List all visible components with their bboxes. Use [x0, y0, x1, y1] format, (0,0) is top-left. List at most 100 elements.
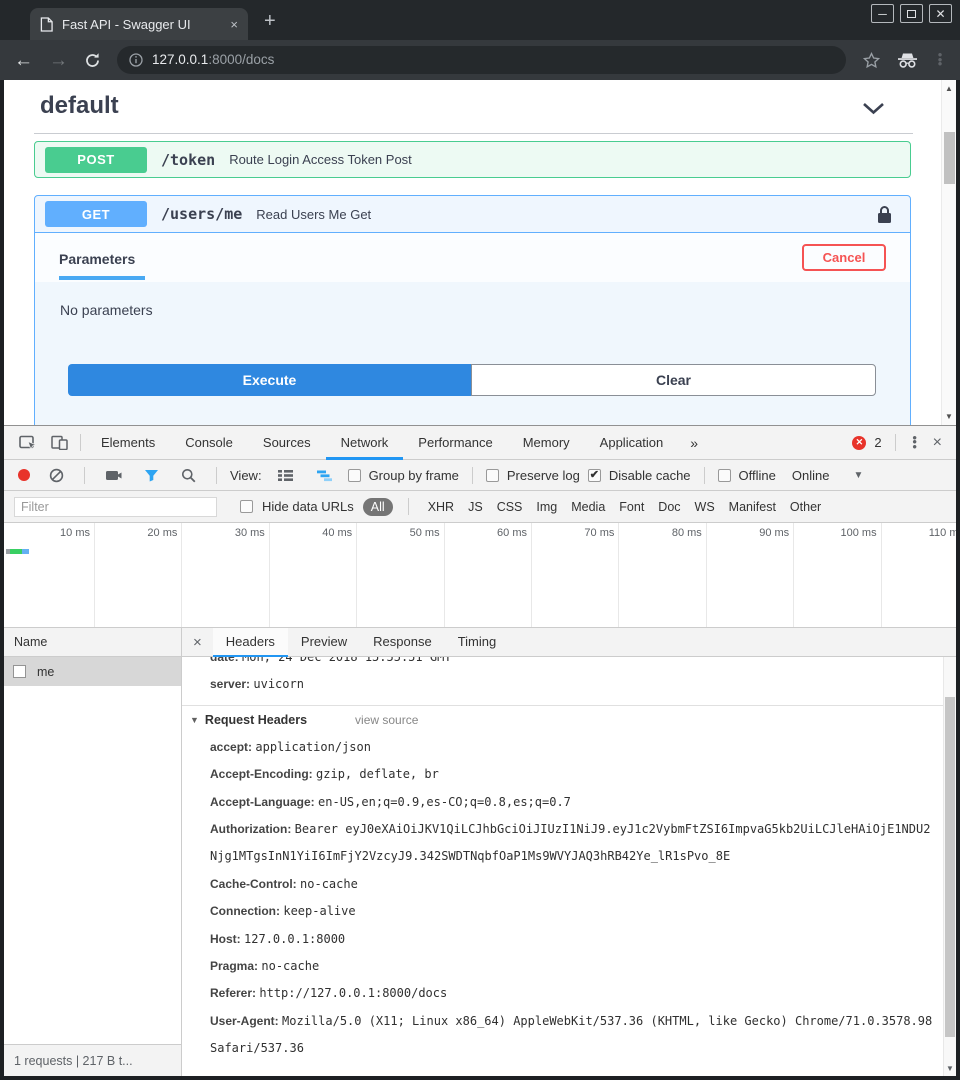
devtools-close-button[interactable]: ×: [929, 434, 946, 452]
details-scrollbar[interactable]: ▼: [943, 657, 956, 1076]
tab-close-icon[interactable]: ×: [230, 17, 238, 32]
filter-type-other[interactable]: Other: [790, 500, 821, 514]
filter-type-manifest[interactable]: Manifest: [729, 500, 776, 514]
more-tabs-button[interactable]: »: [678, 426, 710, 460]
header-row: Accept-Encoding: gzip, deflate, br: [182, 761, 943, 788]
filter-type-doc[interactable]: Doc: [658, 500, 680, 514]
url-bar[interactable]: 127.0.0.1:8000/docs: [117, 46, 846, 74]
lock-icon[interactable]: [877, 205, 900, 224]
filter-type-font[interactable]: Font: [619, 500, 644, 514]
chevron-down-icon[interactable]: ▼: [853, 470, 863, 481]
devtools-tab-network[interactable]: Network: [326, 426, 404, 460]
scroll-down-icon[interactable]: ▼: [944, 1064, 956, 1073]
endpoint-post-token[interactable]: POST /token Route Login Access Token Pos…: [34, 141, 911, 178]
request-row-me[interactable]: me: [4, 657, 181, 686]
divider: [216, 467, 217, 484]
info-icon[interactable]: [129, 53, 143, 67]
endpoint-get-header[interactable]: GET /users/me Read Users Me Get: [35, 196, 910, 233]
details-scrollbar-thumb[interactable]: [945, 697, 955, 1037]
devtools-panel: ElementsConsoleSourcesNetworkPerformance…: [4, 425, 956, 1076]
bookmark-star-icon[interactable]: [862, 51, 881, 70]
network-overview-timeline[interactable]: 10 ms20 ms30 ms40 ms50 ms60 ms70 ms80 ms…: [4, 523, 956, 628]
inspect-element-icon[interactable]: [12, 435, 44, 451]
browser-menu-icon[interactable]: •••: [934, 53, 946, 67]
header-name: server:: [210, 677, 250, 691]
scroll-up-icon[interactable]: ▲: [942, 84, 956, 93]
view-source-link[interactable]: view source: [355, 713, 418, 727]
devtools-tab-application[interactable]: Application: [585, 426, 679, 460]
filter-type-xhr[interactable]: XHR: [428, 500, 454, 514]
details-tab-headers[interactable]: Headers: [213, 628, 288, 657]
devtools-tab-performance[interactable]: Performance: [403, 426, 507, 460]
header-name: Accept-Language:: [210, 795, 315, 809]
filter-type-js[interactable]: JS: [468, 500, 483, 514]
request-headers-title[interactable]: Request Headers: [205, 713, 307, 727]
preserve-log-checkbox[interactable]: [486, 469, 499, 482]
filter-type-css[interactable]: CSS: [497, 500, 523, 514]
header-name: Accept-Encoding:: [210, 767, 313, 781]
group-by-frame-checkbox[interactable]: [348, 469, 361, 482]
window-minimize-button[interactable]: ─: [871, 4, 894, 23]
header-row: Host: 127.0.0.1:8000: [182, 926, 943, 953]
filter-type-media[interactable]: Media: [571, 500, 605, 514]
forward-button[interactable]: →: [49, 51, 68, 70]
error-count[interactable]: 2: [874, 435, 881, 450]
clear-button[interactable]: Clear: [471, 364, 876, 396]
header-row: Referer: http://127.0.0.1:8000/docs: [182, 980, 943, 1007]
new-tab-button[interactable]: +: [264, 10, 276, 33]
name-column-header[interactable]: Name: [4, 628, 181, 657]
offline-label[interactable]: Offline: [739, 468, 776, 483]
filter-type-img[interactable]: Img: [536, 500, 557, 514]
divider: [80, 434, 81, 451]
scroll-down-icon[interactable]: ▼: [942, 412, 956, 421]
devtools-tab-sources[interactable]: Sources: [248, 426, 326, 460]
preserve-log-label[interactable]: Preserve log: [507, 468, 580, 483]
header-name: accept:: [210, 740, 252, 754]
filter-type-all[interactable]: All: [363, 498, 393, 516]
filter-input[interactable]: [14, 497, 217, 517]
reload-button[interactable]: [84, 52, 101, 69]
page-scrollbar-thumb[interactable]: [944, 132, 955, 184]
devtools-tab-memory[interactable]: Memory: [508, 426, 585, 460]
header-value: en-US,en;q=0.9,es-CO;q=0.8,es;q=0.7: [318, 795, 571, 809]
hide-data-urls-label[interactable]: Hide data URLs: [262, 499, 354, 514]
group-by-frame-label[interactable]: Group by frame: [369, 468, 459, 483]
offline-checkbox[interactable]: [718, 469, 731, 482]
search-icon[interactable]: [174, 468, 203, 483]
hide-data-urls-checkbox[interactable]: [240, 500, 253, 513]
details-close-button[interactable]: ×: [182, 634, 213, 651]
large-rows-icon[interactable]: [270, 469, 301, 482]
details-tab-response[interactable]: Response: [360, 628, 445, 657]
show-overview-icon[interactable]: [309, 469, 340, 482]
details-tab-preview[interactable]: Preview: [288, 628, 360, 657]
parameters-tab[interactable]: Parameters: [59, 236, 145, 280]
details-tab-timing[interactable]: Timing: [445, 628, 510, 657]
devtools-tab-console[interactable]: Console: [170, 426, 248, 460]
waterfall-download-segment: [10, 549, 22, 554]
timeline-tick-label: 100 ms: [789, 527, 877, 539]
clear-network-log-icon[interactable]: [42, 468, 71, 483]
error-badge-icon[interactable]: ✕: [852, 436, 866, 450]
device-toolbar-icon[interactable]: [44, 435, 75, 450]
filter-type-ws[interactable]: WS: [695, 500, 715, 514]
chevron-down-icon[interactable]: [862, 102, 885, 120]
devtools-tab-elements[interactable]: Elements: [86, 426, 170, 460]
cancel-button[interactable]: Cancel: [802, 244, 886, 271]
disable-cache-label[interactable]: Disable cache: [609, 468, 691, 483]
window-close-button[interactable]: ✕: [929, 4, 952, 23]
record-button[interactable]: [18, 469, 30, 481]
execute-button[interactable]: Execute: [68, 364, 471, 396]
back-button[interactable]: ←: [14, 51, 33, 70]
capture-screenshots-icon[interactable]: [98, 469, 129, 482]
page-scrollbar[interactable]: ▲ ▼: [941, 80, 956, 425]
endpoint-get-users-me: GET /users/me Read Users Me Get Paramete…: [34, 195, 911, 425]
disable-cache-checkbox[interactable]: [588, 469, 601, 482]
devtools-menu-icon[interactable]: •••: [909, 436, 921, 450]
throttling-select[interactable]: Online: [792, 468, 830, 483]
disclosure-triangle-icon[interactable]: ▼: [190, 715, 199, 725]
browser-tab[interactable]: Fast API - Swagger UI ×: [30, 8, 248, 40]
header-name: Authorization:: [210, 822, 291, 836]
header-name: User-Agent:: [210, 1014, 279, 1028]
filter-funnel-icon[interactable]: [137, 469, 166, 482]
window-maximize-button[interactable]: [900, 4, 923, 23]
